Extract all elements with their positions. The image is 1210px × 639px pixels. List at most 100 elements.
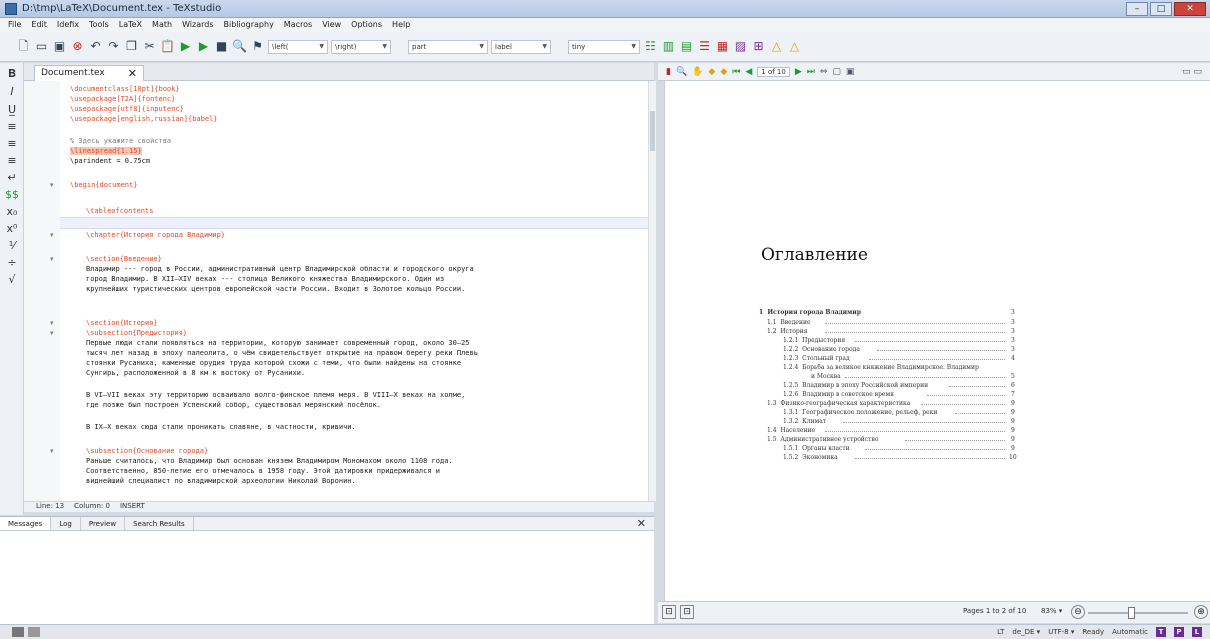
menu-math[interactable]: Math [147,18,177,32]
compile-icon[interactable]: ▶ [196,39,211,54]
dfrac-icon[interactable]: ÷ [0,256,24,269]
right-delimiter-select[interactable]: \right) ▼ [331,39,391,54]
align-left-icon[interactable]: ≡ [0,120,24,133]
redo-icon[interactable]: ↷ [106,39,121,54]
toc-entry[interactable]: 1.2.3 Стольный град [783,355,850,362]
subscript-icon[interactable]: x₀ [0,205,24,218]
superscript-icon[interactable]: x⁰ [0,222,24,235]
cut-icon[interactable]: ✂ [142,39,157,54]
reference-select[interactable]: label ▼ [491,39,551,54]
view-pdf-icon[interactable]: 🔍 [232,39,247,54]
menu-macros[interactable]: Macros [279,18,317,32]
menu-bibliography[interactable]: Bibliography [219,18,279,32]
menu-wizards[interactable]: Wizards [177,18,218,32]
undo-icon[interactable]: ↶ [88,39,103,54]
align-center-icon[interactable]: ≡ [0,137,24,150]
toc-entry[interactable]: 1.2.4 Борьба за великое княжение Владими… [783,364,979,371]
fold-marker-icon[interactable]: ▾ [50,319,54,327]
next-icon[interactable]: ◆ [720,67,727,77]
fit-width-icon[interactable]: ⇔ [820,67,828,77]
scrollbar-thumb[interactable] [650,111,655,151]
last-page-icon[interactable]: ⏭ [807,67,815,77]
menu-idefix[interactable]: Idefix [52,18,84,32]
newline-icon[interactable]: ↵ [0,171,24,184]
minimize-button[interactable]: – [1126,2,1148,16]
messages-toggle-icon[interactable] [28,627,40,637]
build-view-icon[interactable]: ▶ [178,39,193,54]
bookmark-icon[interactable]: ⚑ [250,39,265,54]
menu-view[interactable]: View [317,18,346,32]
toc-entry[interactable]: 1.2.6 Владимир в советское время [783,391,894,398]
tab-log[interactable]: Log [51,517,81,530]
menu-edit[interactable]: Edit [26,18,52,32]
new-file-icon[interactable]: 🗋 [16,39,31,54]
italic-icon[interactable]: 𝐼 [0,85,24,99]
error-triangle-icon[interactable]: △ [787,39,802,54]
stop-icon[interactable]: ■ [214,39,229,54]
zoom-in-icon[interactable]: ⊕ [1194,605,1208,619]
toc-entry[interactable]: 1.2.2 Основание города [783,346,860,353]
warning-triangle-icon[interactable]: △ [769,39,784,54]
zoom-slider-handle[interactable] [1128,607,1135,619]
toc-entry[interactable]: 1.2.1 Предыстория [783,337,845,344]
close-file-icon[interactable]: ⊗ [70,39,85,54]
close-tab-icon[interactable]: ✕ [128,67,137,80]
align-right-icon[interactable]: ≡ [0,154,24,167]
zoom-out-tool-icon[interactable]: ⊡ [662,605,676,619]
document-tab[interactable]: Document.tex ✕ [34,65,144,81]
toc-entry[interactable]: 1.3 Физико-географическая характеристика [767,400,910,407]
fullscreen-icon[interactable]: ▣ [846,67,855,77]
toc-entry[interactable]: 1.1 Введение [767,319,811,326]
save-icon[interactable]: ▣ [52,39,67,54]
fold-marker-icon[interactable]: ▾ [50,231,54,239]
page-number-input[interactable]: 1 of 10 [757,66,790,77]
preview-status-icon[interactable]: P [1174,627,1184,637]
fold-marker-icon[interactable]: ▾ [50,255,54,263]
toc-entry[interactable]: 1.3.2 Климат [783,418,826,425]
encoding-select[interactable]: UTF-8 ▾ [1048,628,1074,636]
fold-marker-icon[interactable]: ▾ [50,329,54,337]
first-page-icon[interactable]: ⏮ [732,67,740,77]
toc-entry[interactable]: и Москва [811,373,841,380]
zoom-level[interactable]: 83% ▾ [1041,607,1062,615]
prev-page-icon[interactable]: ◀ [745,67,752,77]
tab-search-results[interactable]: Search Results [125,517,194,530]
tab-preview[interactable]: Preview [81,517,126,530]
underline-icon[interactable]: U̲ [0,103,24,116]
tab-messages[interactable]: Messages [0,517,52,530]
copy-icon[interactable]: ❐ [124,39,139,54]
texstudio-status-icon[interactable]: T [1156,627,1166,637]
editor-scrollbar[interactable] [648,81,656,501]
table-align-icon[interactable]: ▨ [733,39,748,54]
menu-options[interactable]: Options [346,18,387,32]
zoom-out-icon[interactable]: ⊖ [1071,605,1085,619]
menu-help[interactable]: Help [387,18,415,32]
toc-entry[interactable]: 1.5.1 Органы власти [783,445,850,452]
table-row-icon[interactable]: ☰ [697,39,712,54]
toc-entry[interactable]: 1.2 История [767,328,808,335]
toc-entry[interactable]: 1 История города Владимир [759,309,861,316]
fit-page-icon[interactable]: ▢ [832,67,841,77]
source-editor[interactable]: \documentclass[10pt]{book} \usepackage[T… [24,81,648,501]
table-merge-icon[interactable]: ⊞ [751,39,766,54]
close-window-button[interactable]: ✕ [1174,2,1206,16]
bookmark-icon[interactable]: ▮ [666,67,671,77]
pdf-viewer[interactable]: Оглавление 1 История города Владимир 3 1… [664,81,1210,601]
hand-tool-icon[interactable]: ✋ [692,67,703,77]
menu-latex[interactable]: LaTeX [114,18,147,32]
dictionary-select[interactable]: de_DE ▾ [1012,628,1040,636]
toc-entry[interactable]: 1.2.5 Владимир в эпоху Российской импери… [783,382,928,389]
table-insert-icon[interactable]: ▤ [679,39,694,54]
paste-icon[interactable]: 📋 [160,39,175,54]
zoom-slider[interactable] [1088,607,1188,619]
left-delimiter-select[interactable]: \left(▼ [268,39,328,54]
toc-entry[interactable]: 1.4 Население [767,427,815,434]
font-size-select[interactable]: tiny ▼ [568,39,640,54]
toc-entry[interactable]: 1.5 Административное устройство [767,436,878,443]
sqrt-icon[interactable]: √ [0,273,24,286]
automatic-status[interactable]: Automatic [1112,628,1148,636]
close-panel-icon[interactable]: ✕ [637,517,646,530]
toc-entry[interactable]: 1.3.1 Географическое положение, рельеф, … [783,409,937,416]
language-indicator[interactable]: LT [997,628,1004,636]
bold-icon[interactable]: 𝐁 [0,67,24,81]
